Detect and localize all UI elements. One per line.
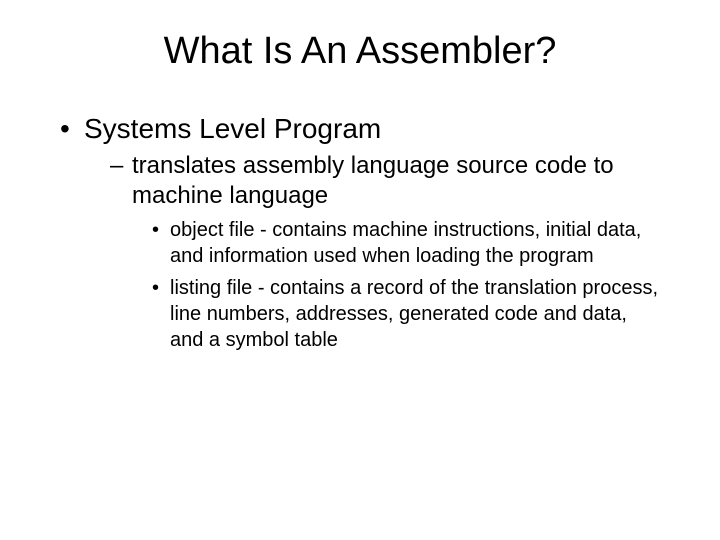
bullet-l3-item: listing file - contains a record of the … — [152, 275, 660, 353]
bullet-l3-item: object file - contains machine instructi… — [152, 217, 660, 269]
bullet-l2-item: translates assembly language source code… — [110, 151, 660, 353]
bullet-l1-text: Systems Level Program — [84, 113, 381, 144]
bullet-l3a-text: object file - contains machine instructi… — [170, 219, 641, 267]
bullet-l3b-text: listing file - contains a record of the … — [170, 277, 658, 351]
bullet-l2-text: translates assembly language source code… — [132, 152, 614, 209]
bullet-list-level3: object file - contains machine instructi… — [152, 217, 660, 353]
slide: What Is An Assembler? Systems Level Prog… — [0, 0, 720, 540]
bullet-list-level1: Systems Level Program translates assembl… — [60, 113, 660, 353]
slide-title: What Is An Assembler? — [60, 30, 660, 73]
bullet-l1-item: Systems Level Program translates assembl… — [60, 113, 660, 353]
bullet-list-level2: translates assembly language source code… — [110, 151, 660, 353]
